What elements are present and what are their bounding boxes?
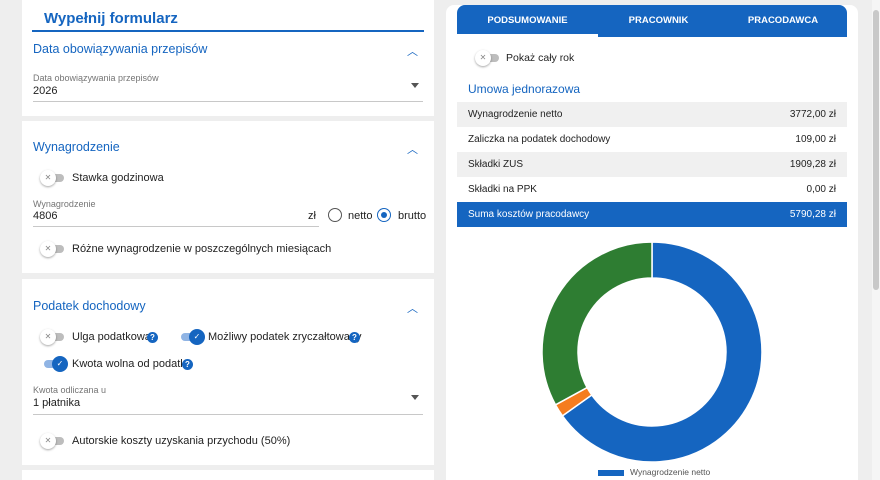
net-label: netto xyxy=(348,210,373,222)
show-year-toggle[interactable]: ✕ xyxy=(475,50,499,66)
form-panel: Wypełnij formularz Data obowiązywania pr… xyxy=(22,0,434,480)
flat-tax-toggle[interactable]: ✓ xyxy=(179,329,205,345)
flat-tax-label: Możliwy podatek zryczałtowany xyxy=(208,331,362,343)
dropdown-arrow-icon[interactable] xyxy=(411,395,419,400)
chevron-up-icon[interactable]: ︿ xyxy=(407,300,418,316)
section-header-tax[interactable]: Podatek dochodowy xyxy=(33,299,146,313)
field-underline xyxy=(33,414,423,415)
form-title: Wypełnij formularz xyxy=(44,10,178,27)
total-row: Suma kosztów pracodawcy 5790,28 zł xyxy=(457,202,847,227)
free-amount-toggle[interactable]: ✓ xyxy=(42,356,68,372)
close-icon: ✕ xyxy=(475,50,491,66)
dates-select[interactable]: 2026 xyxy=(33,85,57,97)
tax-relief-label: Ulga podatkowa xyxy=(72,331,151,343)
free-amount-label: Kwota wolna od podatku xyxy=(72,358,192,370)
help-icon[interactable]: ? xyxy=(349,332,360,343)
chevron-up-icon[interactable]: ︿ xyxy=(407,43,418,59)
legend-swatch xyxy=(598,469,624,476)
hourly-rate-label: Stawka godzinowa xyxy=(72,172,164,184)
page-scrollbar[interactable] xyxy=(872,0,880,480)
author-costs-toggle[interactable]: ✕ xyxy=(40,433,64,449)
table-row: Zaliczka na podatek dochodowy 109,00 zł xyxy=(468,134,836,145)
tab-employer[interactable]: PRACODAWCA xyxy=(719,5,847,37)
tax-relief-toggle[interactable]: ✕ xyxy=(40,329,64,345)
salary-section: Wynagrodzenie ︿ ✕ Stawka godzinowa Wynag… xyxy=(22,121,434,273)
cost-donut-chart xyxy=(541,241,763,463)
help-icon[interactable]: ? xyxy=(182,359,193,370)
gross-radio[interactable] xyxy=(377,208,391,222)
net-radio[interactable] xyxy=(328,208,342,222)
dates-field-label: Data obowiązywania przepisów xyxy=(33,73,159,83)
section-header-dates[interactable]: Data obowiązywania przepisów xyxy=(33,42,207,56)
currency-label: zł xyxy=(308,210,316,222)
field-underline xyxy=(33,226,319,227)
tax-section: Podatek dochodowy ︿ ✕ Ulga podatkowa ? ✓… xyxy=(22,279,434,465)
close-icon: ✕ xyxy=(40,241,56,257)
title-underline xyxy=(32,30,424,32)
summary-table: Wynagrodzenie netto 3772,00 zł Zaliczka … xyxy=(457,102,847,227)
tab-employee[interactable]: PRACOWNIK xyxy=(598,5,719,37)
author-costs-label: Autorskie koszty uzyskania przychodu (50… xyxy=(72,435,291,447)
close-icon: ✕ xyxy=(40,329,56,345)
table-row: Składki na PPK 0,00 zł xyxy=(468,184,836,195)
deducted-at-select[interactable]: 1 płatnika xyxy=(33,397,80,409)
salary-field-label: Wynagrodzenie xyxy=(33,199,96,209)
donut-slice[interactable] xyxy=(541,241,653,406)
salary-input[interactable]: 4806 xyxy=(33,210,57,222)
next-section xyxy=(22,470,434,480)
table-row: Składki ZUS 1909,28 zł xyxy=(457,152,847,177)
check-icon: ✓ xyxy=(189,329,205,345)
different-monthly-toggle[interactable]: ✕ xyxy=(40,241,64,257)
help-icon[interactable]: ? xyxy=(147,332,158,343)
chevron-up-icon[interactable]: ︿ xyxy=(407,141,418,157)
legend-label: Wynagrodzenie netto xyxy=(630,467,711,477)
summary-panel: PODSUMOWANIE PRACOWNIK PRACODAWCA ✕ Poka… xyxy=(446,5,858,480)
table-row: Wynagrodzenie netto 3772,00 zł xyxy=(457,102,847,127)
section-header-salary[interactable]: Wynagrodzenie xyxy=(33,140,120,154)
close-icon: ✕ xyxy=(40,433,56,449)
different-monthly-label: Różne wynagrodzenie w poszczególnych mie… xyxy=(72,243,332,255)
dropdown-arrow-icon[interactable] xyxy=(411,83,419,88)
summary-tabs: PODSUMOWANIE PRACOWNIK PRACODAWCA xyxy=(457,5,847,37)
deducted-at-label: Kwota odliczana u xyxy=(33,385,107,395)
field-underline xyxy=(33,101,423,102)
close-icon: ✕ xyxy=(40,170,56,186)
scrollbar-thumb[interactable] xyxy=(873,10,879,290)
check-icon: ✓ xyxy=(52,356,68,372)
contract-title: Umowa jednorazowa xyxy=(468,82,581,96)
tab-summary[interactable]: PODSUMOWANIE xyxy=(457,5,598,37)
dates-section: Wypełnij formularz Data obowiązywania pr… xyxy=(22,0,434,116)
hourly-rate-toggle[interactable]: ✕ xyxy=(40,170,64,186)
show-year-label: Pokaż cały rok xyxy=(506,52,575,64)
gross-label: brutto xyxy=(398,210,427,222)
chart-legend[interactable]: Wynagrodzenie netto xyxy=(598,467,710,477)
